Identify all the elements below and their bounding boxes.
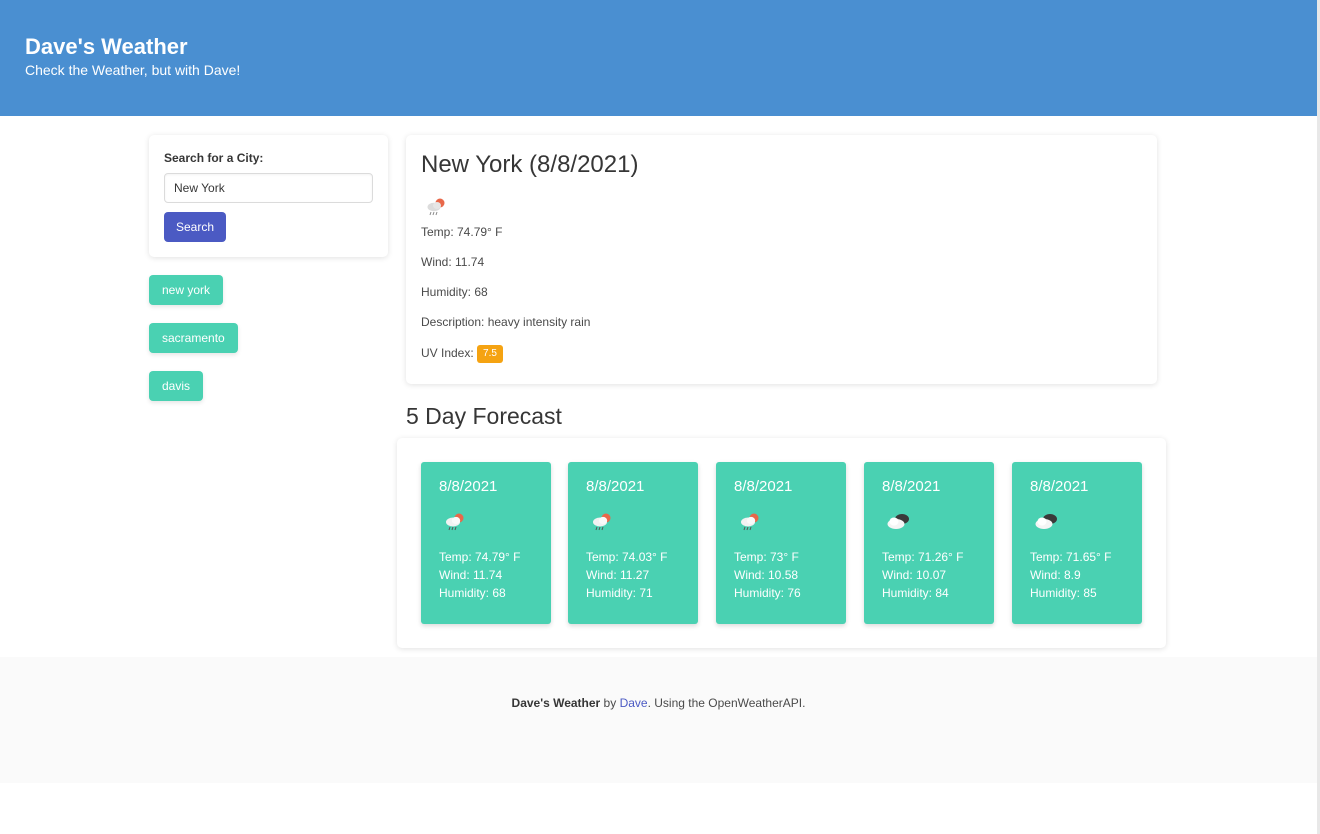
current-humidity: Humidity: 68 — [421, 285, 488, 299]
forecast-temp: Temp: 74.03° F — [586, 550, 668, 564]
uv-badge: 7.5 — [477, 345, 503, 363]
rain-sun-icon — [586, 508, 620, 538]
city-search-input[interactable]: New York — [164, 173, 373, 203]
forecast-temp: Temp: 71.65° F — [1030, 550, 1112, 564]
current-city-heading: New York (8/8/2021) — [421, 151, 639, 178]
footer-brand: Dave's Weather — [511, 696, 601, 710]
forecast-card: 8/8/2021 Temp: 74.79° F Wind: 11.74 Humi… — [421, 462, 551, 624]
forecast-date: 8/8/2021 — [882, 478, 941, 495]
forecast-wind: Wind: 11.74 — [439, 568, 503, 582]
current-uv: UV Index: 7.5 — [421, 345, 1142, 363]
search-panel: Search for a City: New York Search — [149, 135, 388, 257]
forecast-card: 8/8/2021 Temp: 71.65° F Wind: 8.9 Humidi… — [1012, 462, 1142, 624]
forecast-date: 8/8/2021 — [734, 478, 793, 495]
forecast-humidity: Humidity: 68 — [439, 586, 506, 600]
footer-by: by — [600, 696, 620, 710]
footer-text: Dave's Weather by Dave. Using the OpenWe… — [0, 696, 1317, 710]
forecast-card: 8/8/2021 Temp: 71.26° F Wind: 10.07 Humi… — [864, 462, 994, 624]
forecast-wind: Wind: 8.9 — [1030, 568, 1081, 582]
forecast-wind: Wind: 11.27 — [586, 568, 650, 582]
footer-rest: . Using the OpenWeatherAPI. — [647, 696, 806, 710]
site-footer: Dave's Weather by Dave. Using the OpenWe… — [0, 657, 1317, 783]
author-link[interactable]: Dave — [620, 696, 648, 710]
rain-sun-icon — [421, 193, 451, 223]
forecast-panel: 8/8/2021 Temp: 74.79° F Wind: 11.74 Humi… — [397, 438, 1166, 648]
broken-clouds-icon — [882, 508, 916, 538]
forecast-date: 8/8/2021 — [1030, 478, 1089, 495]
forecast-title: 5 Day Forecast — [406, 403, 562, 429]
forecast-card: 8/8/2021 Temp: 74.03° F Wind: 11.27 Humi… — [568, 462, 698, 624]
history-city-button[interactable]: davis — [149, 371, 204, 401]
history-city-button[interactable]: sacramento — [149, 323, 238, 353]
current-temp: Temp: 74.79° F — [421, 225, 503, 239]
forecast-temp: Temp: 71.26° F — [882, 550, 964, 564]
history-city-button[interactable]: new york — [149, 275, 224, 305]
rain-sun-icon — [439, 508, 473, 538]
search-history: new york sacramento davis — [149, 275, 238, 419]
forecast-humidity: Humidity: 84 — [882, 586, 949, 600]
forecast-temp: Temp: 74.79° F — [439, 550, 521, 564]
site-header: Dave's Weather Check the Weather, but wi… — [0, 0, 1317, 116]
forecast-humidity: Humidity: 76 — [734, 586, 801, 600]
forecast-wind: Wind: 10.58 — [734, 568, 799, 582]
site-subtitle: Check the Weather, but with Dave! — [25, 62, 241, 78]
search-label: Search for a City: — [164, 151, 264, 165]
current-wind: Wind: 11.74 — [421, 255, 485, 269]
rain-sun-icon — [734, 508, 768, 538]
current-description: Description: heavy intensity rain — [421, 315, 591, 329]
site-title: Dave's Weather — [25, 34, 188, 59]
uv-label: UV Index: — [421, 346, 474, 361]
search-button[interactable]: Search — [164, 212, 227, 242]
forecast-wind: Wind: 10.07 — [882, 568, 947, 582]
forecast-card: 8/8/2021 Temp: 73° F Wind: 10.58 Humidit… — [716, 462, 846, 624]
forecast-humidity: Humidity: 85 — [1030, 586, 1097, 600]
forecast-date: 8/8/2021 — [439, 478, 498, 495]
forecast-date: 8/8/2021 — [586, 478, 645, 495]
forecast-humidity: Humidity: 71 — [586, 586, 653, 600]
broken-clouds-icon — [1030, 508, 1064, 538]
current-weather-card: New York (8/8/2021) Temp: 74.79° F Wind:… — [406, 135, 1157, 384]
forecast-temp: Temp: 73° F — [734, 550, 799, 564]
